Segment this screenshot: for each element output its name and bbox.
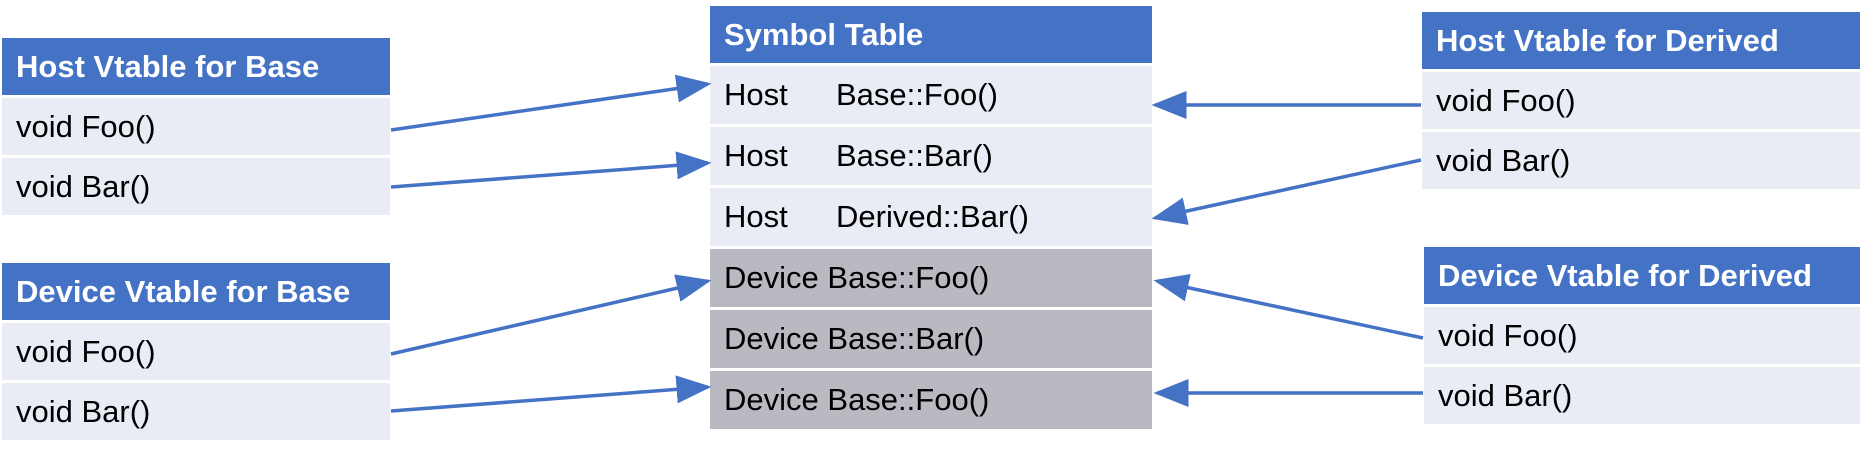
arrow-device-derived-foo <box>1153 273 1424 340</box>
arrow-host-base-bar <box>390 151 712 189</box>
arrow-device-base-bar <box>390 375 712 413</box>
arrow-device-base-foo <box>390 274 712 356</box>
arrow-host-base-foo <box>390 74 712 132</box>
arrow-host-derived-bar <box>1151 158 1422 225</box>
arrows-layer <box>390 74 1424 413</box>
